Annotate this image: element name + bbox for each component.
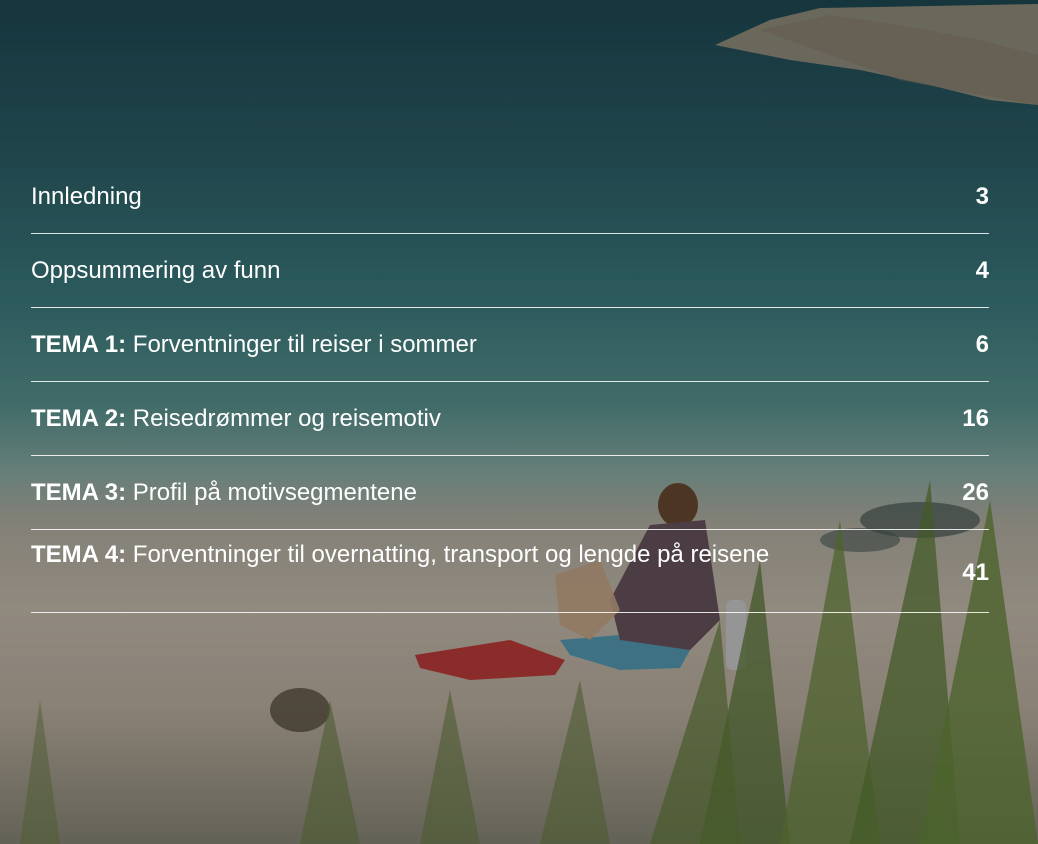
toc-page: Innledning 3 Oppsummering av funn 4 TEMA… — [0, 0, 1038, 844]
toc-item-innledning[interactable]: Innledning 3 — [31, 160, 989, 234]
toc-item-page-number: 6 — [975, 331, 989, 358]
toc-item-title: Oppsummering av funn — [31, 257, 281, 284]
toc-item-tema-1[interactable]: TEMA 1: Forventninger til reiser i somme… — [31, 308, 989, 382]
toc-item-title: TEMA 2: Reisedrømmer og reisemotiv — [31, 405, 441, 432]
table-of-contents: Innledning 3 Oppsummering av funn 4 TEMA… — [31, 160, 989, 613]
toc-item-tema-2[interactable]: TEMA 2: Reisedrømmer og reisemotiv 16 — [31, 382, 989, 456]
toc-item-title: TEMA 3: Profil på motivsegmentene — [31, 479, 417, 506]
toc-item-page-number: 3 — [975, 183, 989, 210]
toc-item-title: TEMA 1: Forventninger til reiser i somme… — [31, 331, 477, 358]
toc-item-page-number: 4 — [975, 257, 989, 284]
toc-item-oppsummering[interactable]: Oppsummering av funn 4 — [31, 234, 989, 308]
toc-item-page-number: 41 — [962, 559, 989, 586]
toc-item-title: TEMA 4: Forventninger til overnatting, t… — [31, 541, 770, 568]
toc-item-tema-3[interactable]: TEMA 3: Profil på motivsegmentene 26 — [31, 456, 989, 530]
toc-item-tema-4[interactable]: TEMA 4: Forventninger til overnatting, t… — [31, 530, 989, 613]
toc-item-title: Innledning — [31, 183, 142, 210]
toc-item-page-number: 16 — [962, 405, 989, 432]
toc-item-page-number: 26 — [962, 479, 989, 506]
